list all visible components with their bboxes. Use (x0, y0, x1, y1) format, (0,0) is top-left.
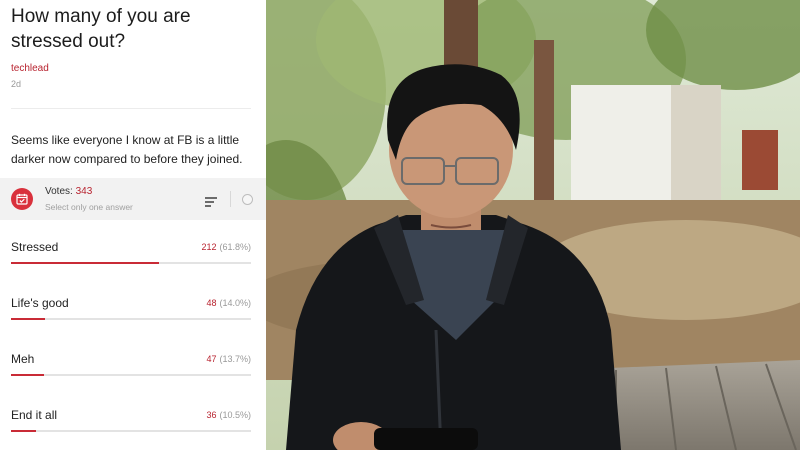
select-hint: Select only one answer (45, 202, 133, 212)
option-result: 48 (14.0%) (206, 298, 251, 308)
video-frame (266, 0, 800, 450)
option-progress-fill (11, 318, 45, 320)
option-progress-track (11, 318, 251, 320)
header-separator (230, 191, 231, 207)
option-progress-fill (11, 262, 160, 264)
option-percent: (61.8%) (219, 242, 251, 252)
post-body: Seems like everyone I know at FB is a li… (11, 133, 243, 166)
option-label: Life's good (11, 296, 69, 310)
option-percent: (10.5%) (219, 410, 251, 420)
option-result: 36 (10.5%) (206, 410, 251, 420)
option-count: 36 (206, 410, 217, 420)
post-timestamp: 2d (11, 79, 22, 89)
votes-count: 343 (75, 186, 93, 197)
poll-option-end-it-all[interactable]: End it all 36 (10.5%) (0, 398, 266, 450)
option-progress-fill (11, 374, 44, 376)
poll-post-panel: How many of you are stressed out? techle… (0, 0, 266, 450)
option-label: End it all (11, 408, 58, 422)
option-label: Stressed (11, 240, 59, 254)
calendar-check-icon (11, 188, 33, 210)
option-count: 212 (201, 242, 217, 252)
poll-option-stressed[interactable]: Stressed 212 (61.8%) (0, 230, 266, 282)
author-link[interactable]: techlead (11, 63, 49, 74)
outdoor-scene-illustration (266, 0, 800, 450)
option-percent: (13.7%) (219, 354, 251, 364)
post-title: How many of you are stressed out? (11, 6, 191, 52)
option-label: Meh (11, 352, 35, 366)
option-progress-track (11, 374, 251, 376)
option-result: 212 (61.8%) (201, 242, 251, 252)
option-progress-fill (11, 430, 37, 432)
option-result: 47 (13.7%) (206, 354, 251, 364)
option-percent: (14.0%) (219, 298, 251, 308)
screen: How many of you are stressed out? techle… (0, 0, 800, 450)
option-count: 47 (206, 354, 217, 364)
option-count: 48 (206, 298, 217, 308)
poll-option-lifes-good[interactable]: Life's good 48 (14.0%) (0, 286, 266, 338)
radio-circle-icon[interactable] (242, 194, 253, 205)
divider (11, 108, 251, 109)
votes-summary: Votes: 343 (45, 186, 92, 197)
option-progress-track (11, 262, 251, 264)
option-progress-track (11, 430, 251, 432)
sort-lines-icon[interactable] (205, 194, 217, 207)
poll-header: Votes: 343 Select only one answer (0, 178, 266, 220)
poll-option-meh[interactable]: Meh 47 (13.7%) (0, 342, 266, 394)
votes-label: Votes: (45, 186, 73, 197)
